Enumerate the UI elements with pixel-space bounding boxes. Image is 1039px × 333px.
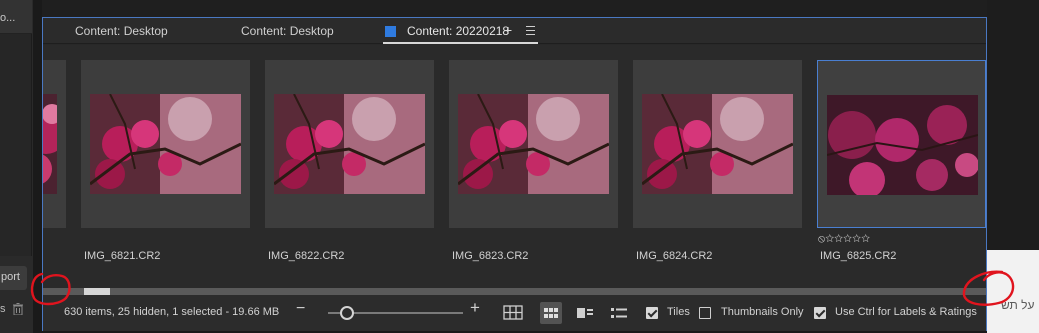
left-footer-text: s [0,303,6,315]
thumbnails-only-checkbox[interactable] [699,307,711,319]
thumbnail-view-icon[interactable] [540,302,562,324]
tab-bar: Content: Desktop Content: Desktop Conten… [43,18,986,44]
thumbnail-label[interactable]: IMG_6823.CR2 [452,250,528,262]
thumbnail-item[interactable] [633,60,802,228]
thumbnail-label[interactable]: IMG_6821.CR2 [84,250,160,262]
annotation-circle-right [962,270,1015,306]
tiles-label[interactable]: Tiles [667,306,690,318]
status-bar: 630 items, 25 hidden, 1 selected - 19.66… [43,295,986,331]
photo-thumbnail [274,94,425,194]
left-panel-header-text: o... [0,12,16,24]
grid-lock-icon[interactable] [502,302,524,324]
star-rating[interactable]: ☆☆☆☆☆ [825,233,870,245]
details-view-icon[interactable] [574,302,596,324]
tab-menu-icon[interactable] [526,26,535,35]
thumbnail-item[interactable] [265,60,434,228]
ctrl-labels-label[interactable]: Use Ctrl for Labels & Ratings [835,306,977,318]
thumbnail-partial[interactable] [43,60,66,228]
annotation-circle-left [30,272,71,306]
tiles-checkbox[interactable] [646,307,658,319]
left-panel-body [0,34,32,256]
thumbnail-label[interactable]: IMG_6825.CR2 [820,250,896,262]
trash-icon[interactable] [13,303,23,315]
list-view-icon[interactable] [608,302,630,324]
thumbnail-label[interactable]: IMG_6822.CR2 [268,250,344,262]
tab-content-desktop-2[interactable]: Content: Desktop [241,24,334,38]
zoom-in-icon[interactable]: + [470,298,480,318]
horizontal-scrollbar[interactable] [43,288,986,295]
zoom-out-icon[interactable]: − [296,300,305,318]
tab-color-icon [385,26,396,37]
left-panel-header[interactable]: o... [0,0,32,34]
active-tab-indicator [383,42,538,44]
thumbnail-item[interactable] [81,60,250,228]
slider-handle[interactable] [339,306,354,320]
photo-thumbnail [458,94,609,194]
status-summary: 630 items, 25 hidden, 1 selected - 19.66… [64,306,280,318]
tab-content-20220218[interactable]: Content: 20220218 [407,24,509,38]
thumbnails-only-label[interactable]: Thumbnails Only [721,306,804,318]
tab-content-desktop-1[interactable]: Content: Desktop [75,24,168,38]
thumbnail-label[interactable]: IMG_6824.CR2 [636,250,712,262]
photo-thumbnail [642,94,793,194]
window-top-edge [42,0,987,17]
add-tab-icon[interactable]: + [504,22,512,38]
content-panel: Content: Desktop Content: Desktop Conten… [42,17,987,331]
photo-thumbnail [90,94,241,194]
export-button[interactable]: port [0,266,27,290]
photo-thumbnail [43,94,57,194]
export-button-label: port [1,271,20,283]
rating-stars[interactable]: ⦸☆☆☆☆☆ [818,233,870,246]
thumbnail-grid[interactable]: IMG_6821.CR2 IMG_6822.CR2 IMG_6823.CR2 I… [43,45,986,291]
ctrl-labels-checkbox[interactable] [814,307,826,319]
thumbnail-item-selected[interactable] [817,60,986,228]
thumbnail-item[interactable] [449,60,618,228]
scrollbar-thumb[interactable] [84,288,110,295]
photo-thumbnail [827,95,978,195]
